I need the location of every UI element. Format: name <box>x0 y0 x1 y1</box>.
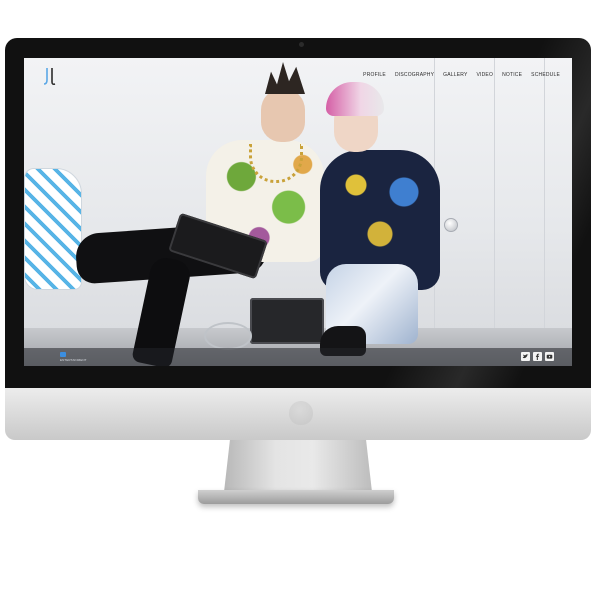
facebook-icon <box>535 353 540 360</box>
footer-logo-text: ENTERTAINMENT <box>60 358 87 362</box>
website-screen: PROFILE DISCOGRAPHY GALLERY VIDEO NOTICE… <box>24 58 572 366</box>
nav-profile[interactable]: PROFILE <box>363 72 386 78</box>
footer-logo[interactable]: ENTERTAINMENT <box>60 352 87 362</box>
dj-controller <box>250 298 324 344</box>
social-links <box>521 352 554 361</box>
monitor-stand-base <box>198 490 394 504</box>
nav-video[interactable]: VIDEO <box>477 72 494 78</box>
site-logo[interactable] <box>42 66 58 86</box>
footer-logo-icon <box>60 352 66 357</box>
imac-mockup: PROFILE DISCOGRAPHY GALLERY VIDEO NOTICE… <box>0 0 600 600</box>
youtube-icon <box>546 354 553 359</box>
main-navigation: PROFILE DISCOGRAPHY GALLERY VIDEO NOTICE… <box>363 72 560 78</box>
glass-object <box>204 322 252 350</box>
wall-panel-line <box>544 58 545 366</box>
person-left-head <box>261 88 305 142</box>
camera-dot <box>299 42 304 47</box>
door-knob <box>444 218 458 232</box>
twitter-icon <box>522 354 529 359</box>
wall-panel-line <box>494 58 495 366</box>
agency-logo-icon <box>43 68 56 86</box>
sneaker <box>24 168 82 290</box>
nav-discography[interactable]: DISCOGRAPHY <box>395 72 434 78</box>
nav-schedule[interactable]: SCHEDULE <box>531 72 560 78</box>
brand-logo-icon <box>289 401 313 425</box>
nav-notice[interactable]: NOTICE <box>502 72 522 78</box>
youtube-button[interactable] <box>545 352 554 361</box>
monitor-stand <box>224 440 372 492</box>
site-footer: ENTERTAINMENT <box>24 348 572 366</box>
nav-gallery[interactable]: GALLERY <box>443 72 467 78</box>
twitter-button[interactable] <box>521 352 530 361</box>
facebook-button[interactable] <box>533 352 542 361</box>
